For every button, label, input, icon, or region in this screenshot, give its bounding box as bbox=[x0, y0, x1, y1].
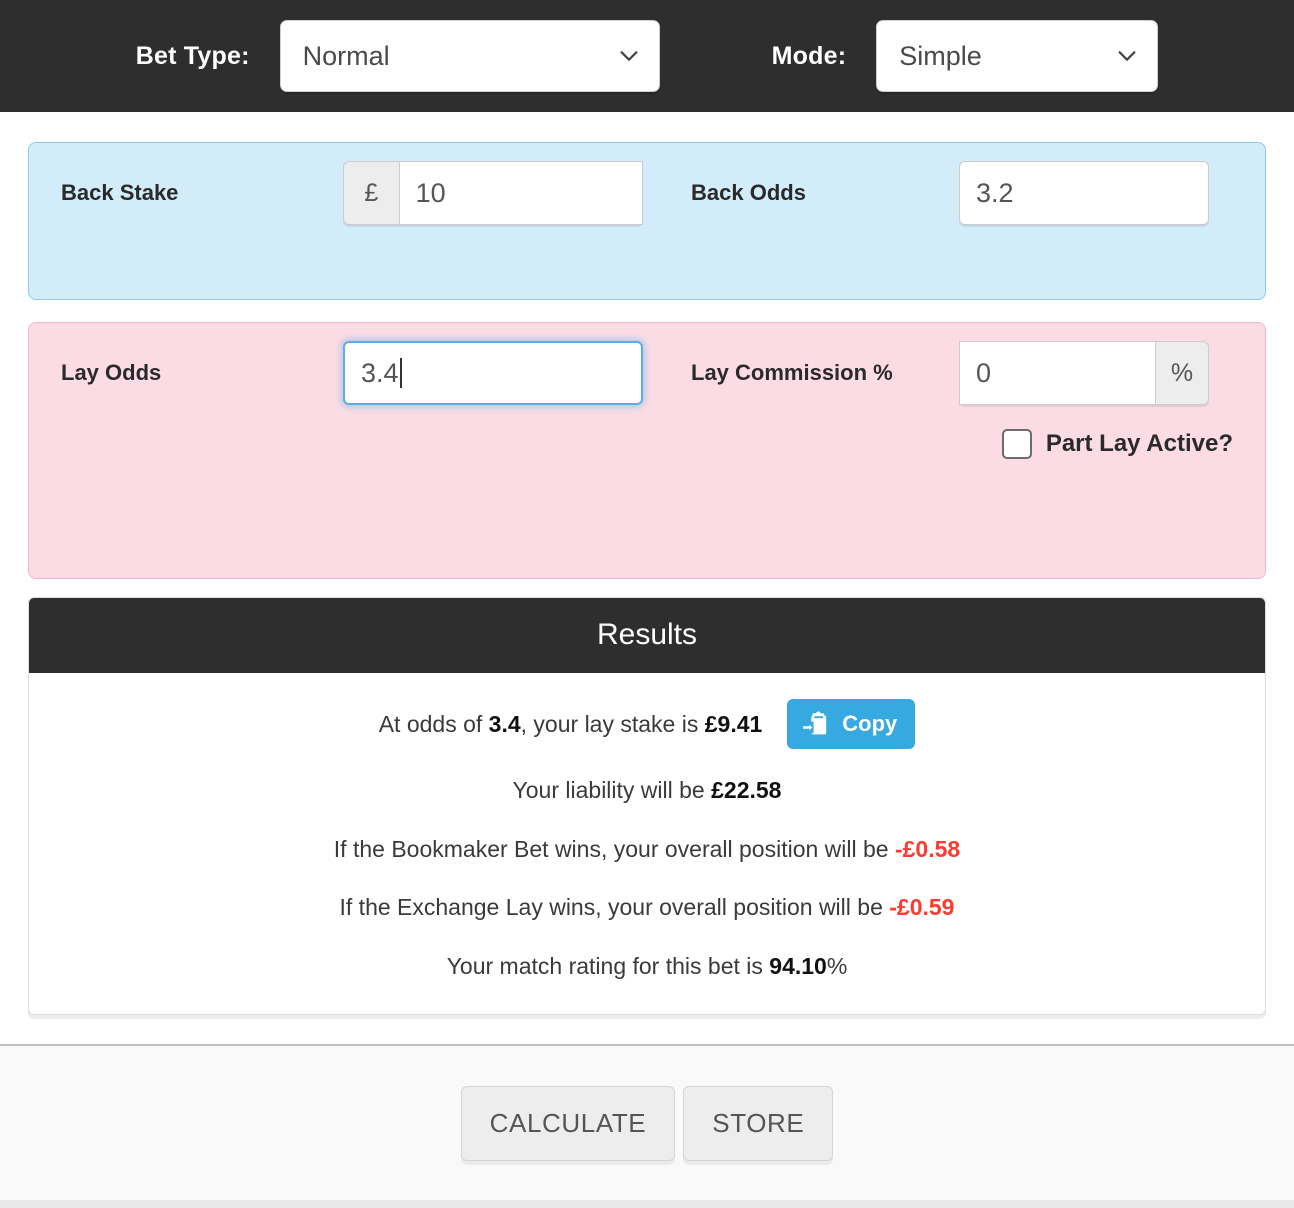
liability-line: Your liability will be £22.58 bbox=[29, 777, 1265, 805]
mode-select-wrap[interactable]: Simple bbox=[876, 20, 1159, 92]
lay-stake-line: At odds of 3.4, your lay stake is £9.41 bbox=[29, 699, 1265, 749]
clipboard-arrow-icon bbox=[802, 710, 831, 738]
lay-bet-panel: Lay Odds 3.4 Lay Commission % % bbox=[28, 322, 1266, 579]
back-odds-label: Back Odds bbox=[691, 180, 806, 205]
liability-prefix: Your liability will be bbox=[512, 777, 712, 803]
rating-suffix: % bbox=[826, 952, 848, 979]
back-stake-input[interactable] bbox=[398, 161, 643, 225]
back-stake-input-cell: £ bbox=[343, 161, 643, 225]
rating-value: 94.10 bbox=[769, 952, 827, 979]
lay-commission-label-cell: Lay Commission % bbox=[643, 360, 959, 386]
results-panel: Results At odds of 3.4, your lay stake i… bbox=[28, 597, 1266, 1016]
lay-stake-value: £9.41 bbox=[704, 710, 763, 737]
back-stake-label: Back Stake bbox=[61, 180, 179, 205]
exchange-value: -£0.59 bbox=[889, 894, 955, 921]
exchange-prefix: If the Exchange Lay wins, your overall p… bbox=[339, 894, 890, 921]
lay-odds-label-cell: Lay Odds bbox=[29, 360, 343, 386]
calculator-page: Bet Type: Normal Mode: Simple Back Stake… bbox=[0, 0, 1294, 1208]
lay-commission-input[interactable] bbox=[959, 341, 1156, 405]
lay-odds-input-cell: 3.4 bbox=[343, 341, 643, 405]
part-lay-row[interactable]: Part Lay Active? bbox=[29, 429, 1265, 459]
back-bet-panel: Back Stake £ Back Odds bbox=[28, 142, 1266, 300]
bet-type-label: Bet Type: bbox=[135, 41, 250, 70]
store-button[interactable]: STORE bbox=[683, 1085, 834, 1161]
mode-group: Mode: Simple bbox=[772, 20, 1159, 92]
lay-stake-middle: , your lay stake is bbox=[520, 710, 705, 737]
lay-odds-value: 3.4 bbox=[361, 357, 399, 388]
calculate-button[interactable]: CALCULATE bbox=[460, 1085, 676, 1161]
lay-row: Lay Odds 3.4 Lay Commission % % bbox=[29, 323, 1265, 423]
bet-type-group: Bet Type: Normal bbox=[136, 20, 660, 92]
bottom-bar bbox=[0, 1200, 1294, 1208]
exchange-line: If the Exchange Lay wins, your overall p… bbox=[29, 894, 1265, 922]
copy-button-label: Copy bbox=[842, 711, 898, 736]
back-stake-input-group[interactable]: £ bbox=[343, 161, 643, 225]
lay-odds-label: Lay Odds bbox=[61, 360, 162, 385]
lay-stake-prefix: At odds of bbox=[378, 710, 489, 737]
bookmaker-value: -£0.58 bbox=[894, 835, 961, 862]
lay-commission-label: Lay Commission % bbox=[691, 360, 893, 385]
mode-select[interactable]: Simple bbox=[876, 20, 1159, 92]
top-toolbar: Bet Type: Normal Mode: Simple bbox=[0, 0, 1294, 112]
lay-stake-text: At odds of 3.4, your lay stake is £9.41 bbox=[379, 711, 763, 738]
liability-value: £22.58 bbox=[711, 777, 782, 803]
bet-type-select[interactable]: Normal bbox=[279, 20, 660, 92]
lay-commission-input-group[interactable]: % bbox=[959, 341, 1209, 405]
lay-commission-input-cell: % bbox=[959, 341, 1209, 405]
back-stake-label-cell: Back Stake bbox=[29, 180, 343, 206]
footer-actions: CALCULATE STORE bbox=[0, 1044, 1294, 1200]
rating-prefix: Your match rating for this bet is bbox=[446, 952, 770, 979]
currency-addon: £ bbox=[343, 161, 399, 225]
bet-type-select-wrap[interactable]: Normal bbox=[279, 20, 660, 92]
results-title: Results bbox=[29, 598, 1265, 673]
bookmaker-line: If the Bookmaker Bet wins, your overall … bbox=[29, 836, 1265, 864]
lay-stake-odds: 3.4 bbox=[488, 710, 521, 737]
lay-odds-input[interactable]: 3.4 bbox=[343, 341, 643, 405]
text-caret bbox=[399, 358, 402, 388]
mode-label: Mode: bbox=[771, 41, 847, 70]
percent-addon: % bbox=[1155, 341, 1209, 405]
bet-type-value: Normal bbox=[302, 40, 390, 71]
part-lay-label: Part Lay Active? bbox=[1045, 430, 1233, 457]
back-odds-input-cell bbox=[959, 161, 1209, 225]
back-row: Back Stake £ Back Odds bbox=[29, 143, 1265, 243]
bookmaker-prefix: If the Bookmaker Bet wins, your overall … bbox=[333, 835, 895, 862]
mode-value: Simple bbox=[899, 40, 982, 71]
main-content: Back Stake £ Back Odds bbox=[0, 112, 1294, 1016]
part-lay-checkbox[interactable] bbox=[1001, 429, 1032, 459]
back-odds-input[interactable] bbox=[959, 161, 1209, 225]
rating-line: Your match rating for this bet is 94.10% bbox=[29, 953, 1265, 981]
copy-button[interactable]: Copy bbox=[787, 699, 916, 749]
results-body: At odds of 3.4, your lay stake is £9.41 bbox=[29, 673, 1265, 1014]
back-odds-label-cell: Back Odds bbox=[643, 180, 959, 206]
